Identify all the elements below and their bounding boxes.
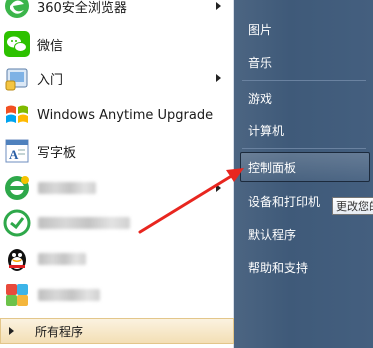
tooltip-text: 更改您的: [336, 200, 373, 213]
red-annotation-arrow-icon: [138, 168, 244, 234]
tooltip: 更改您的: [332, 197, 373, 215]
